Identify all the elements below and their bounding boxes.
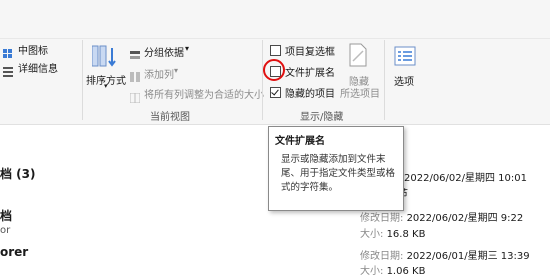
selected-items-label: 所选项目 <box>340 89 380 100</box>
sort-by-icon <box>91 44 120 72</box>
small-icons-icon <box>3 44 13 63</box>
modified-label: 修改日期: <box>360 213 404 224</box>
details-icon <box>3 62 13 81</box>
group-by-button[interactable]: 分组依据 <box>144 44 184 59</box>
tooltip-title: 文件扩展名 <box>275 136 325 147</box>
add-column-button[interactable]: 添加列 <box>144 66 174 81</box>
file-size: 大小: 16.8 KB <box>360 225 425 240</box>
file-name-extensions-label: 文件扩展名 <box>285 68 335 79</box>
size-value: 1.06 KB <box>386 266 426 277</box>
item-checkboxes-label: 项目复选框 <box>285 47 335 58</box>
chevron-down-icon: ▾ <box>174 66 179 75</box>
group-separator <box>384 40 385 120</box>
ribbon: 中图标 详细信息 排序方式 ▾ 分组依据 ▾ 添加列 ▾ 将所有列调整为合适的大… <box>0 0 550 125</box>
hide-selected-icon <box>349 43 367 71</box>
modified-value: 2022/06/02/星期四 10:01 <box>404 173 528 184</box>
group-by-icon <box>130 46 140 65</box>
file-extensions-tooltip: 文件扩展名 显示或隐藏添加到文件末尾、用于指定文件类型或格式的字符集。 <box>268 126 404 211</box>
file-name: 档 (3) <box>0 167 36 181</box>
options-icon <box>394 46 416 70</box>
file-meta: 修改日期: 2022/06/01/星期三 13:39 <box>360 247 530 262</box>
file-name: 档 <box>0 209 13 223</box>
item-checkboxes-checkbox[interactable] <box>270 45 281 56</box>
layout-details[interactable]: 详细信息 <box>18 60 58 75</box>
highlight-circle <box>263 59 285 81</box>
file-name: orer <box>0 245 29 259</box>
hidden-items-checkbox[interactable] <box>270 87 281 98</box>
show-hide-group-title: 显示/隐藏 <box>300 112 344 123</box>
size-label: 大小: <box>360 229 384 240</box>
tooltip-body: 显示或隐藏添加到文件末尾、用于指定文件类型或格式的字符集。 <box>281 154 396 193</box>
current-view-group-title: 当前视图 <box>150 112 190 123</box>
group-separator <box>262 40 263 120</box>
file-size: 大小: 1.06 KB <box>360 262 425 277</box>
sort-by-button[interactable]: 排序方式 ▾ <box>86 72 126 90</box>
file-type: or <box>0 225 11 236</box>
ribbon-divider <box>0 38 550 39</box>
options-button[interactable]: 选项 <box>394 73 414 88</box>
chevron-down-icon: ▾ <box>185 44 190 53</box>
modified-label: 修改日期: <box>360 251 404 262</box>
size-columns-icon <box>129 88 141 107</box>
modified-value: 2022/06/02/星期四 9:22 <box>406 213 524 224</box>
file-meta: 修改日期: 2022/06/02/星期四 9:22 <box>360 209 523 224</box>
chevron-down-icon: ▾ <box>104 82 108 90</box>
list-item[interactable]: orer 修改日期: 2022/06/01/星期三 13:39 大小: 1.06… <box>0 243 550 277</box>
size-all-columns-button[interactable]: 将所有列调整为合适的大小 <box>144 86 264 101</box>
layout-small-icons[interactable]: 中图标 <box>18 42 48 57</box>
group-separator <box>82 40 83 120</box>
size-label: 大小: <box>360 266 384 277</box>
hidden-items-label: 隐藏的项目 <box>285 89 335 100</box>
size-value: 16.8 KB <box>386 229 426 240</box>
modified-value: 2022/06/01/星期三 13:39 <box>406 251 530 262</box>
add-column-icon <box>130 67 140 86</box>
